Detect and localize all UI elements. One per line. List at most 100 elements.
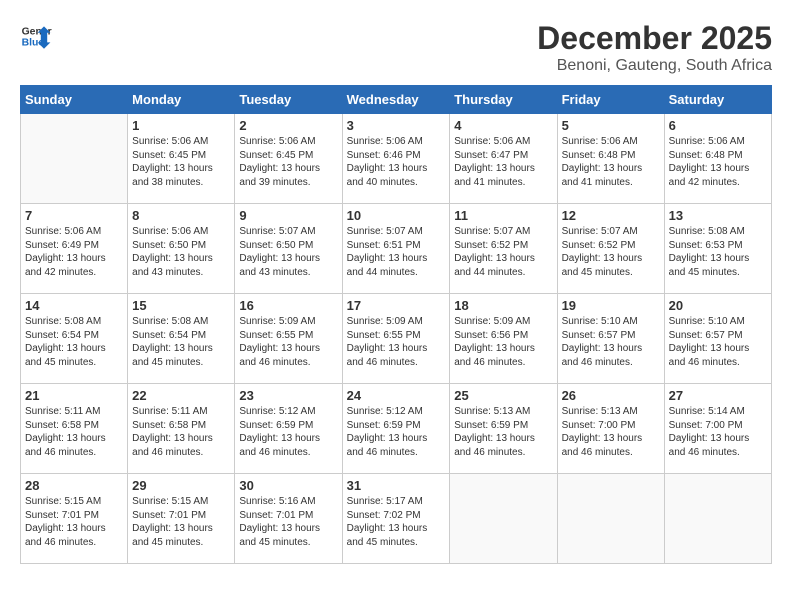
calendar-cell: [21, 114, 128, 204]
calendar-cell: 8 Sunrise: 5:06 AM Sunset: 6:50 PM Daylig…: [128, 204, 235, 294]
day-number: 13: [669, 208, 767, 223]
logo: General Blue: [20, 20, 52, 52]
day-number: 15: [132, 298, 230, 313]
day-info: Sunrise: 5:13 AM Sunset: 7:00 PM Dayligh…: [562, 405, 660, 459]
day-number: 17: [347, 298, 446, 313]
day-info: Sunrise: 5:06 AM Sunset: 6:46 PM Dayligh…: [347, 135, 446, 189]
calendar-cell: 27 Sunrise: 5:14 AM Sunset: 7:00 PM Dayli…: [664, 384, 771, 474]
title-section: December 2025 Benoni, Gauteng, South Afr…: [537, 20, 772, 75]
day-info: Sunrise: 5:11 AM Sunset: 6:58 PM Dayligh…: [132, 405, 230, 459]
calendar-cell: 31 Sunrise: 5:17 AM Sunset: 7:02 PM Dayli…: [342, 474, 450, 564]
calendar-week-1: 1 Sunrise: 5:06 AM Sunset: 6:45 PM Daylig…: [21, 114, 772, 204]
day-info: Sunrise: 5:06 AM Sunset: 6:47 PM Dayligh…: [454, 135, 552, 189]
calendar-cell: [557, 474, 664, 564]
calendar-week-4: 21 Sunrise: 5:11 AM Sunset: 6:58 PM Dayli…: [21, 384, 772, 474]
day-number: 28: [25, 478, 123, 493]
day-number: 6: [669, 118, 767, 133]
day-info: Sunrise: 5:06 AM Sunset: 6:48 PM Dayligh…: [669, 135, 767, 189]
calendar-cell: 18 Sunrise: 5:09 AM Sunset: 6:56 PM Dayli…: [450, 294, 557, 384]
calendar-cell: 2Sunrise: 5:06 AM Sunset: 6:45 PM Daylig…: [235, 114, 342, 204]
day-number: 23: [239, 388, 337, 403]
calendar-cell: 19 Sunrise: 5:10 AM Sunset: 6:57 PM Dayli…: [557, 294, 664, 384]
day-number: 11: [454, 208, 552, 223]
calendar-cell: 21 Sunrise: 5:11 AM Sunset: 6:58 PM Dayli…: [21, 384, 128, 474]
calendar-cell: 24Sunrise: 5:12 AM Sunset: 6:59 PM Dayli…: [342, 384, 450, 474]
day-info: Sunrise: 5:13 AM Sunset: 6:59 PM Dayligh…: [454, 405, 552, 459]
day-number: 30: [239, 478, 337, 493]
day-info: Sunrise: 5:16 AM Sunset: 7:01 PM Dayligh…: [239, 495, 337, 549]
day-number: 19: [562, 298, 660, 313]
calendar-cell: 3 Sunrise: 5:06 AM Sunset: 6:46 PM Daylig…: [342, 114, 450, 204]
day-info: Sunrise: 5:08 AM Sunset: 6:53 PM Dayligh…: [669, 225, 767, 279]
day-header-tuesday: Tuesday: [235, 86, 342, 114]
day-number: 8: [132, 208, 230, 223]
day-info: Sunrise: 5:06 AM Sunset: 6:45 PM Dayligh…: [239, 135, 337, 189]
day-info: Sunrise: 5:06 AM Sunset: 6:50 PM Dayligh…: [132, 225, 230, 279]
day-number: 10: [347, 208, 446, 223]
calendar-table: SundayMondayTuesdayWednesdayThursdayFrid…: [20, 85, 772, 564]
location-title: Benoni, Gauteng, South Africa: [537, 57, 772, 75]
day-info: Sunrise: 5:07 AM Sunset: 6:50 PM Dayligh…: [239, 225, 337, 279]
calendar-cell: 5 Sunrise: 5:06 AM Sunset: 6:48 PM Daylig…: [557, 114, 664, 204]
month-title: December 2025: [537, 20, 772, 57]
day-header-thursday: Thursday: [450, 86, 557, 114]
day-info: Sunrise: 5:08 AM Sunset: 6:54 PM Dayligh…: [132, 315, 230, 369]
day-header-sunday: Sunday: [21, 86, 128, 114]
day-number: 18: [454, 298, 552, 313]
calendar-cell: 15 Sunrise: 5:08 AM Sunset: 6:54 PM Dayli…: [128, 294, 235, 384]
calendar-cell: 4Sunrise: 5:06 AM Sunset: 6:47 PM Daylig…: [450, 114, 557, 204]
day-number: 21: [25, 388, 123, 403]
calendar-cell: 11 Sunrise: 5:07 AM Sunset: 6:52 PM Dayli…: [450, 204, 557, 294]
calendar-cell: 13 Sunrise: 5:08 AM Sunset: 6:53 PM Dayli…: [664, 204, 771, 294]
day-info: Sunrise: 5:11 AM Sunset: 6:58 PM Dayligh…: [25, 405, 123, 459]
day-info: Sunrise: 5:15 AM Sunset: 7:01 PM Dayligh…: [132, 495, 230, 549]
calendar-cell: 6 Sunrise: 5:06 AM Sunset: 6:48 PM Daylig…: [664, 114, 771, 204]
day-info: Sunrise: 5:17 AM Sunset: 7:02 PM Dayligh…: [347, 495, 446, 549]
day-info: Sunrise: 5:12 AM Sunset: 6:59 PM Dayligh…: [347, 405, 446, 459]
day-number: 29: [132, 478, 230, 493]
day-number: 16: [239, 298, 337, 313]
day-info: Sunrise: 5:07 AM Sunset: 6:51 PM Dayligh…: [347, 225, 446, 279]
day-number: 5: [562, 118, 660, 133]
calendar-cell: 25Sunrise: 5:13 AM Sunset: 6:59 PM Dayli…: [450, 384, 557, 474]
calendar-cell: 12 Sunrise: 5:07 AM Sunset: 6:52 PM Dayli…: [557, 204, 664, 294]
day-number: 14: [25, 298, 123, 313]
calendar-cell: 23Sunrise: 5:12 AM Sunset: 6:59 PM Dayli…: [235, 384, 342, 474]
day-header-saturday: Saturday: [664, 86, 771, 114]
day-number: 31: [347, 478, 446, 493]
calendar-cell: 30 Sunrise: 5:16 AM Sunset: 7:01 PM Dayli…: [235, 474, 342, 564]
calendar-cell: 28 Sunrise: 5:15 AM Sunset: 7:01 PM Dayli…: [21, 474, 128, 564]
day-number: 7: [25, 208, 123, 223]
calendar-week-3: 14 Sunrise: 5:08 AM Sunset: 6:54 PM Dayli…: [21, 294, 772, 384]
day-number: 26: [562, 388, 660, 403]
day-info: Sunrise: 5:06 AM Sunset: 6:45 PM Dayligh…: [132, 135, 230, 189]
day-header-wednesday: Wednesday: [342, 86, 450, 114]
page-header: General Blue December 2025 Benoni, Gaute…: [20, 20, 772, 75]
calendar-week-5: 28 Sunrise: 5:15 AM Sunset: 7:01 PM Dayli…: [21, 474, 772, 564]
day-info: Sunrise: 5:07 AM Sunset: 6:52 PM Dayligh…: [562, 225, 660, 279]
day-number: 3: [347, 118, 446, 133]
calendar-cell: 29 Sunrise: 5:15 AM Sunset: 7:01 PM Dayli…: [128, 474, 235, 564]
day-info: Sunrise: 5:07 AM Sunset: 6:52 PM Dayligh…: [454, 225, 552, 279]
day-info: Sunrise: 5:08 AM Sunset: 6:54 PM Dayligh…: [25, 315, 123, 369]
calendar-cell: 7 Sunrise: 5:06 AM Sunset: 6:49 PM Daylig…: [21, 204, 128, 294]
day-info: Sunrise: 5:10 AM Sunset: 6:57 PM Dayligh…: [562, 315, 660, 369]
day-number: 12: [562, 208, 660, 223]
day-header-friday: Friday: [557, 86, 664, 114]
logo-icon: General Blue: [20, 20, 52, 52]
calendar-cell: 14 Sunrise: 5:08 AM Sunset: 6:54 PM Dayli…: [21, 294, 128, 384]
day-info: Sunrise: 5:15 AM Sunset: 7:01 PM Dayligh…: [25, 495, 123, 549]
day-info: Sunrise: 5:09 AM Sunset: 6:56 PM Dayligh…: [454, 315, 552, 369]
calendar-week-2: 7 Sunrise: 5:06 AM Sunset: 6:49 PM Daylig…: [21, 204, 772, 294]
day-number: 1: [132, 118, 230, 133]
day-info: Sunrise: 5:06 AM Sunset: 6:49 PM Dayligh…: [25, 225, 123, 279]
calendar-cell: 1 Sunrise: 5:06 AM Sunset: 6:45 PM Daylig…: [128, 114, 235, 204]
calendar-cell: [450, 474, 557, 564]
day-number: 27: [669, 388, 767, 403]
day-info: Sunrise: 5:06 AM Sunset: 6:48 PM Dayligh…: [562, 135, 660, 189]
calendar-cell: [664, 474, 771, 564]
day-number: 22: [132, 388, 230, 403]
day-header-monday: Monday: [128, 86, 235, 114]
day-info: Sunrise: 5:14 AM Sunset: 7:00 PM Dayligh…: [669, 405, 767, 459]
calendar-cell: 20Sunrise: 5:10 AM Sunset: 6:57 PM Dayli…: [664, 294, 771, 384]
